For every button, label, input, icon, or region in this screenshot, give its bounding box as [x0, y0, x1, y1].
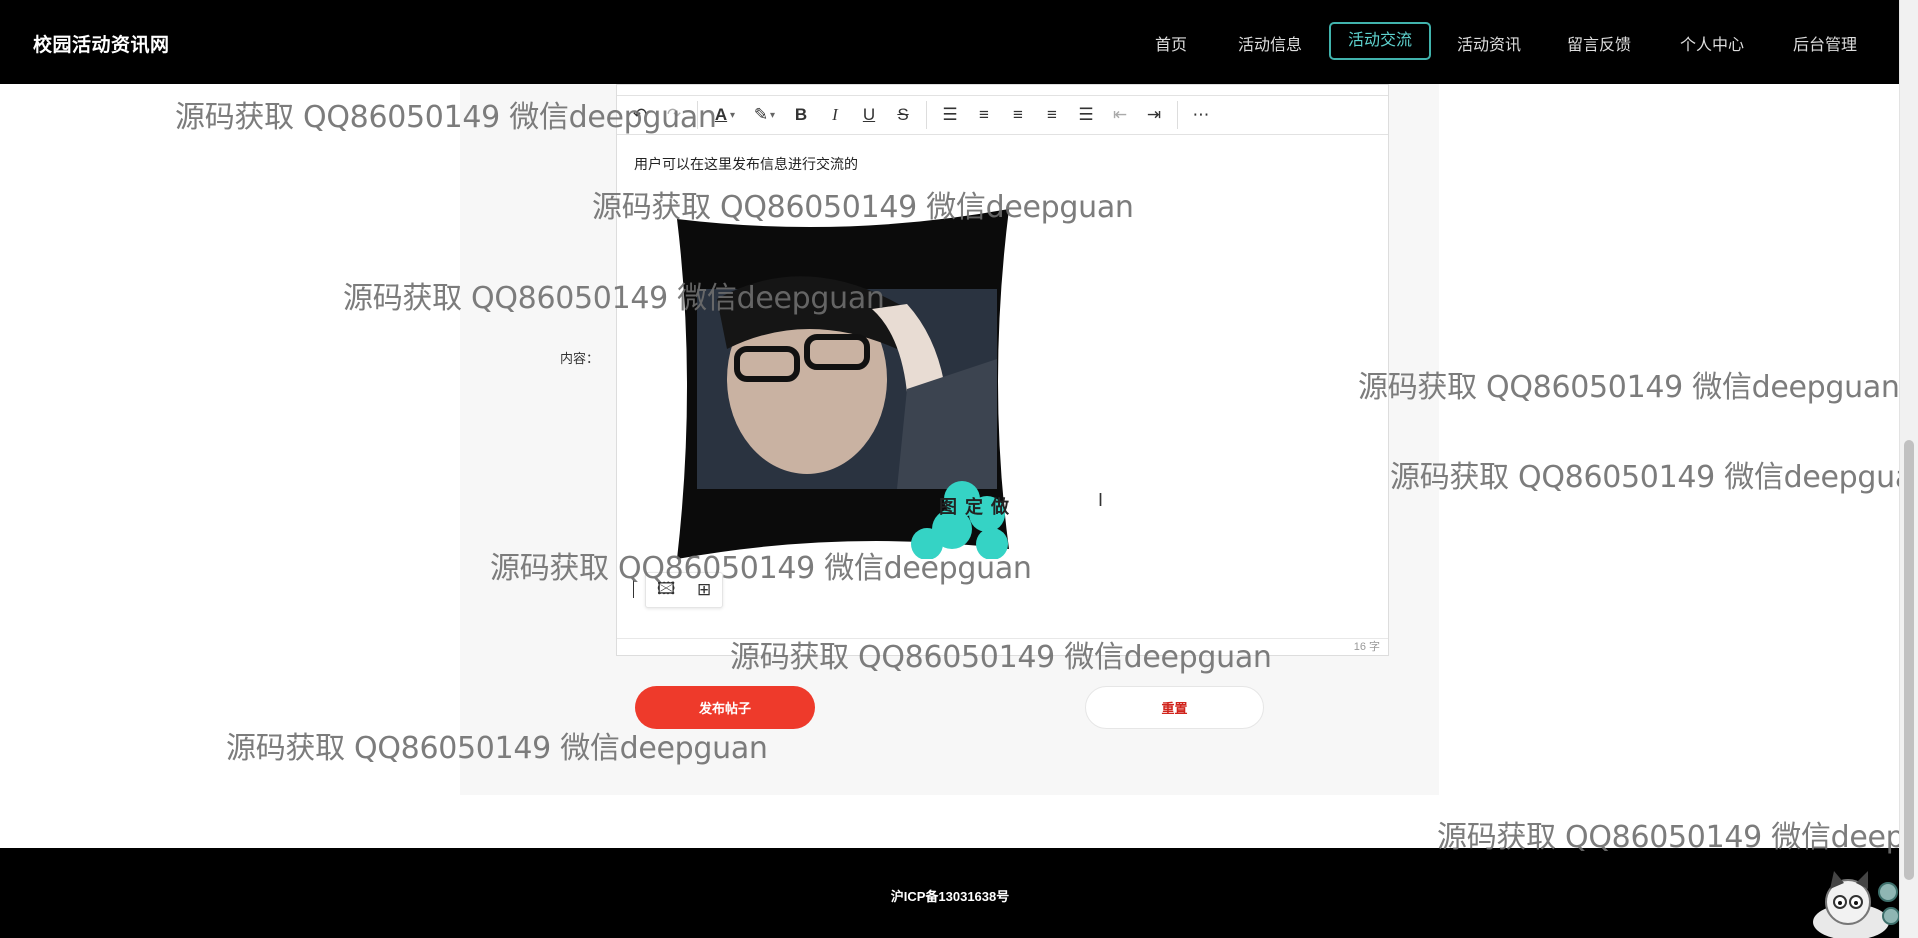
watermark-text: 源码获取 QQ86050149 微信deepguan	[592, 190, 1134, 225]
nav-item-profile[interactable]: 个人中心	[1663, 27, 1761, 65]
nav-menu: 首页 活动信息 活动交流 活动资讯 留言反馈 个人中心 后台管理	[0, 0, 1900, 84]
page-scrollbar[interactable]	[1899, 0, 1918, 938]
mouse-cursor: I	[1098, 490, 1104, 510]
outdent-icon[interactable]: ⇤	[1103, 98, 1137, 132]
align-left-icon[interactable]: ≡	[967, 98, 1001, 132]
nav-item-activity-info[interactable]: 活动信息	[1221, 27, 1319, 65]
list-icon[interactable]: ☰	[933, 98, 967, 132]
watermark-text: 源码获取 QQ86050149 微信deepguan	[490, 551, 1032, 586]
editor-toolbar: ↶ ↷ A ▾ ✎ ▾ B I U S ☰ ≡ ≡ ≡ ☰ ⇤ ⇥ ⋯	[617, 95, 1388, 135]
nav-item-activity-news[interactable]: 活动资讯	[1440, 27, 1538, 65]
nav-item-home[interactable]: 首页	[1138, 27, 1204, 65]
chevron-down-icon[interactable]: ▾	[730, 110, 744, 121]
icp-record[interactable]: 沪ICP备13031638号	[0, 886, 1900, 905]
word-count: 16 字	[1353, 641, 1380, 653]
scrollbar-thumb[interactable]	[1904, 440, 1914, 880]
editor-paragraph[interactable]: 用户可以在这里发布信息进行交流的	[634, 154, 858, 174]
watermark-text: 源码获取 QQ86050149 微信deepguan	[1390, 460, 1918, 495]
align-center-icon[interactable]: ≡	[1001, 98, 1035, 132]
nav-item-feedback[interactable]: 留言反馈	[1550, 27, 1648, 65]
watermark-text: 源码获取 QQ86050149 微信deepguan	[343, 281, 885, 316]
justify-icon[interactable]: ☰	[1069, 98, 1103, 132]
underline-icon[interactable]: U	[852, 98, 886, 132]
watermark-text: 源码获取 QQ86050149 微信deepguan	[1358, 370, 1900, 405]
nav-item-admin[interactable]: 后台管理	[1776, 27, 1874, 65]
image-caption: 图定做	[939, 497, 1017, 517]
chevron-down-icon[interactable]: ▾	[770, 110, 784, 121]
strikethrough-icon[interactable]: S	[886, 98, 920, 132]
mascot-cat-image[interactable]	[1806, 867, 1900, 938]
top-navbar: 校园活动资讯网 首页 活动信息 活动交流 活动资讯 留言反馈 个人中心 后台管理	[0, 0, 1900, 84]
bold-icon[interactable]: B	[784, 98, 818, 132]
watermark-text: 源码获取 QQ86050149 微信deepguan	[730, 640, 1272, 675]
footer: 沪ICP备13031638号	[0, 848, 1900, 938]
watermark-text: 源码获取 QQ86050149 微信deepg	[1437, 820, 1918, 855]
align-right-icon[interactable]: ≡	[1035, 98, 1069, 132]
toolbar-divider	[1177, 101, 1178, 129]
more-icon[interactable]: ⋯	[1184, 98, 1218, 132]
watermark-text: 源码获取 QQ86050149 微信deepguan	[226, 731, 768, 766]
nav-item-activity-exchange[interactable]: 活动交流	[1329, 22, 1432, 60]
toolbar-divider	[926, 101, 927, 129]
reset-button[interactable]: 重置	[1085, 686, 1264, 729]
italic-icon[interactable]: I	[818, 98, 852, 132]
content-label: 内容：	[560, 351, 600, 366]
watermark-text: 源码获取 QQ86050149 微信deepguan	[175, 100, 717, 135]
indent-icon[interactable]: ⇥	[1137, 98, 1171, 132]
